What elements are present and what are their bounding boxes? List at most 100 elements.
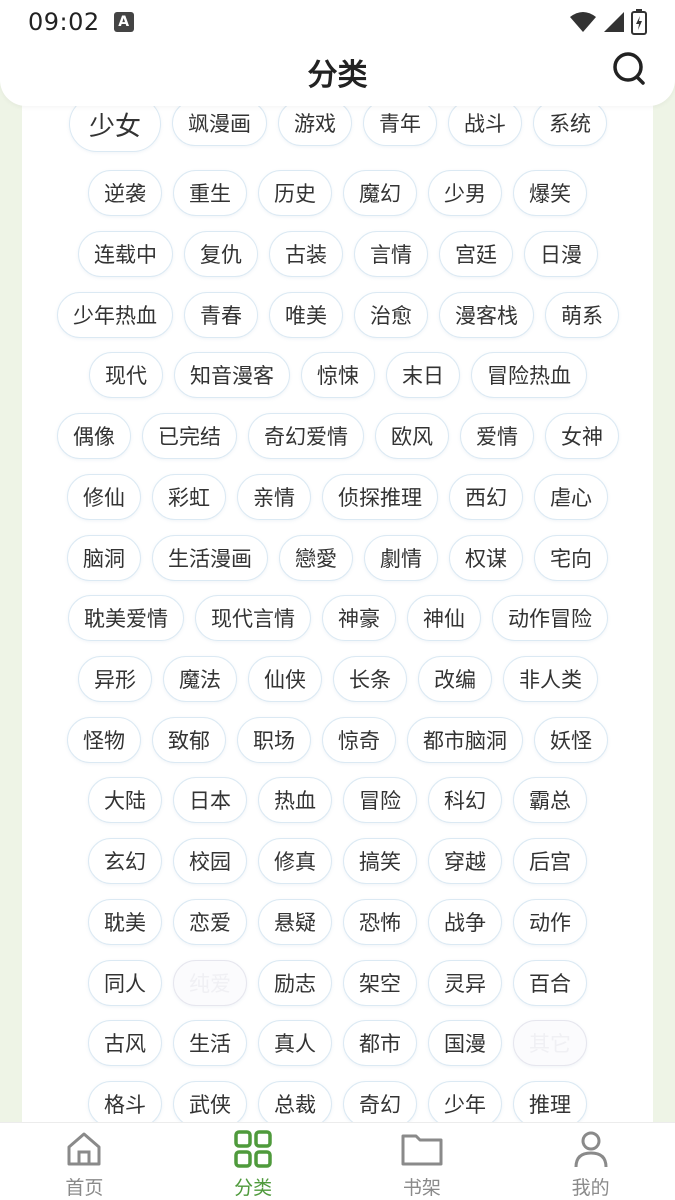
category-tag[interactable]: 彩虹 xyxy=(152,474,226,520)
category-tag[interactable]: 生活 xyxy=(173,1020,247,1066)
category-tag[interactable]: 西幻 xyxy=(449,474,523,520)
category-tag[interactable]: 生活漫画 xyxy=(152,535,268,581)
category-tag[interactable]: 侦探推理 xyxy=(322,474,438,520)
category-tag[interactable]: 连载中 xyxy=(78,231,173,277)
category-tag[interactable]: 少男 xyxy=(428,170,502,216)
category-tag[interactable]: 少年热血 xyxy=(57,292,173,338)
category-tag[interactable]: 现代 xyxy=(89,352,163,398)
category-tag[interactable]: 已完结 xyxy=(142,413,237,459)
category-tag[interactable]: 都市 xyxy=(343,1020,417,1066)
category-tag[interactable]: 非人类 xyxy=(503,656,598,702)
category-tag[interactable]: 耽美 xyxy=(88,899,162,945)
category-tag[interactable]: 宅向 xyxy=(534,535,608,581)
nav-tab-profile[interactable]: 我的 xyxy=(506,1123,675,1200)
category-tag[interactable]: 格斗 xyxy=(88,1081,162,1122)
category-tag[interactable]: 战争 xyxy=(428,899,502,945)
category-tag[interactable]: 青春 xyxy=(184,292,258,338)
category-tag[interactable]: 架空 xyxy=(343,960,417,1006)
category-tag[interactable]: 奇幻 xyxy=(343,1081,417,1122)
category-tag[interactable]: 系统 xyxy=(533,100,607,146)
category-tag[interactable]: 劇情 xyxy=(364,535,438,581)
category-tag[interactable]: 治愈 xyxy=(354,292,428,338)
category-tag[interactable]: 纯爱 xyxy=(173,960,247,1006)
category-tag[interactable]: 动作 xyxy=(513,899,587,945)
category-tag[interactable]: 神仙 xyxy=(407,595,481,641)
nav-tab-home[interactable]: 首页 xyxy=(0,1123,169,1200)
category-tag[interactable]: 恐怖 xyxy=(343,899,417,945)
category-tag[interactable]: 百合 xyxy=(513,960,587,1006)
category-tag[interactable]: 现代言情 xyxy=(195,595,311,641)
category-tag[interactable]: 总裁 xyxy=(258,1081,332,1122)
category-tag[interactable]: 言情 xyxy=(354,231,428,277)
category-tag[interactable]: 后宫 xyxy=(513,838,587,884)
category-tag[interactable]: 逆袭 xyxy=(88,170,162,216)
category-tag[interactable]: 推理 xyxy=(513,1081,587,1122)
category-tag[interactable]: 虐心 xyxy=(534,474,608,520)
category-tag[interactable]: 同人 xyxy=(88,960,162,1006)
category-tag[interactable]: 穿越 xyxy=(428,838,502,884)
category-tag[interactable]: 悬疑 xyxy=(258,899,332,945)
nav-tab-category-grid[interactable]: 分类 xyxy=(169,1123,338,1200)
category-tag[interactable]: 励志 xyxy=(258,960,332,1006)
category-tag[interactable]: 大陆 xyxy=(88,777,162,823)
category-tag[interactable]: 日本 xyxy=(173,777,247,823)
category-tag[interactable]: 耽美爱情 xyxy=(68,595,184,641)
category-tag[interactable]: 妖怪 xyxy=(534,717,608,763)
category-tag[interactable]: 霸总 xyxy=(513,777,587,823)
category-tag[interactable]: 魔法 xyxy=(163,656,237,702)
category-tag[interactable]: 魔幻 xyxy=(343,170,417,216)
category-tag[interactable]: 冒险热血 xyxy=(471,352,587,398)
nav-tab-folder[interactable]: 书架 xyxy=(338,1123,507,1200)
category-tag[interactable]: 职场 xyxy=(237,717,311,763)
category-tag[interactable]: 真人 xyxy=(258,1020,332,1066)
category-tag[interactable]: 惊奇 xyxy=(322,717,396,763)
category-tag[interactable]: 改编 xyxy=(418,656,492,702)
category-tag[interactable]: 偶像 xyxy=(57,413,131,459)
category-tag[interactable]: 少年 xyxy=(428,1081,502,1122)
category-tag[interactable]: 女神 xyxy=(545,413,619,459)
category-tag[interactable]: 古风 xyxy=(88,1020,162,1066)
category-tag[interactable]: 神豪 xyxy=(322,595,396,641)
category-tag[interactable]: 国漫 xyxy=(428,1020,502,1066)
category-tag[interactable]: 武侠 xyxy=(173,1081,247,1122)
category-tag[interactable]: 复仇 xyxy=(184,231,258,277)
category-tag[interactable]: 飒漫画 xyxy=(172,100,267,146)
category-tag[interactable]: 漫客栈 xyxy=(439,292,534,338)
category-tag[interactable]: 冒险 xyxy=(343,777,417,823)
category-tag[interactable]: 历史 xyxy=(258,170,332,216)
category-tag[interactable]: 亲情 xyxy=(237,474,311,520)
category-tag[interactable]: 恋爱 xyxy=(173,899,247,945)
category-tag[interactable]: 脑洞 xyxy=(67,535,141,581)
category-tag[interactable]: 游戏 xyxy=(278,100,352,146)
category-tag[interactable]: 爆笑 xyxy=(513,170,587,216)
category-tag[interactable]: 修仙 xyxy=(67,474,141,520)
category-tag[interactable]: 搞笑 xyxy=(343,838,417,884)
category-tag[interactable]: 末日 xyxy=(386,352,460,398)
category-tag[interactable]: 长条 xyxy=(333,656,407,702)
category-tag[interactable]: 怪物 xyxy=(67,717,141,763)
category-tag[interactable]: 修真 xyxy=(258,838,332,884)
category-tag[interactable]: 仙侠 xyxy=(248,656,322,702)
category-tag[interactable]: 其它 xyxy=(513,1020,587,1066)
category-tag[interactable]: 奇幻爱情 xyxy=(248,413,364,459)
category-tag[interactable]: 宫廷 xyxy=(439,231,513,277)
category-tag[interactable]: 惊悚 xyxy=(301,352,375,398)
category-tag[interactable]: 校园 xyxy=(173,838,247,884)
category-tag[interactable]: 玄幻 xyxy=(88,838,162,884)
category-tag[interactable]: 青年 xyxy=(363,100,437,146)
category-tag[interactable]: 战斗 xyxy=(448,100,522,146)
category-tag[interactable]: 灵异 xyxy=(428,960,502,1006)
category-tag[interactable]: 重生 xyxy=(173,170,247,216)
category-tag[interactable]: 萌系 xyxy=(545,292,619,338)
category-tag[interactable]: 爱情 xyxy=(460,413,534,459)
category-tag[interactable]: 都市脑洞 xyxy=(407,717,523,763)
category-tag[interactable]: 异形 xyxy=(78,656,152,702)
category-tag[interactable]: 古装 xyxy=(269,231,343,277)
search-button[interactable] xyxy=(609,48,649,88)
category-tag[interactable]: 动作冒险 xyxy=(492,595,608,641)
category-tag[interactable]: 欧风 xyxy=(375,413,449,459)
category-tag[interactable]: 权谋 xyxy=(449,535,523,581)
category-tag[interactable]: 热血 xyxy=(258,777,332,823)
category-tag[interactable]: 唯美 xyxy=(269,292,343,338)
category-tag[interactable]: 知音漫客 xyxy=(174,352,290,398)
